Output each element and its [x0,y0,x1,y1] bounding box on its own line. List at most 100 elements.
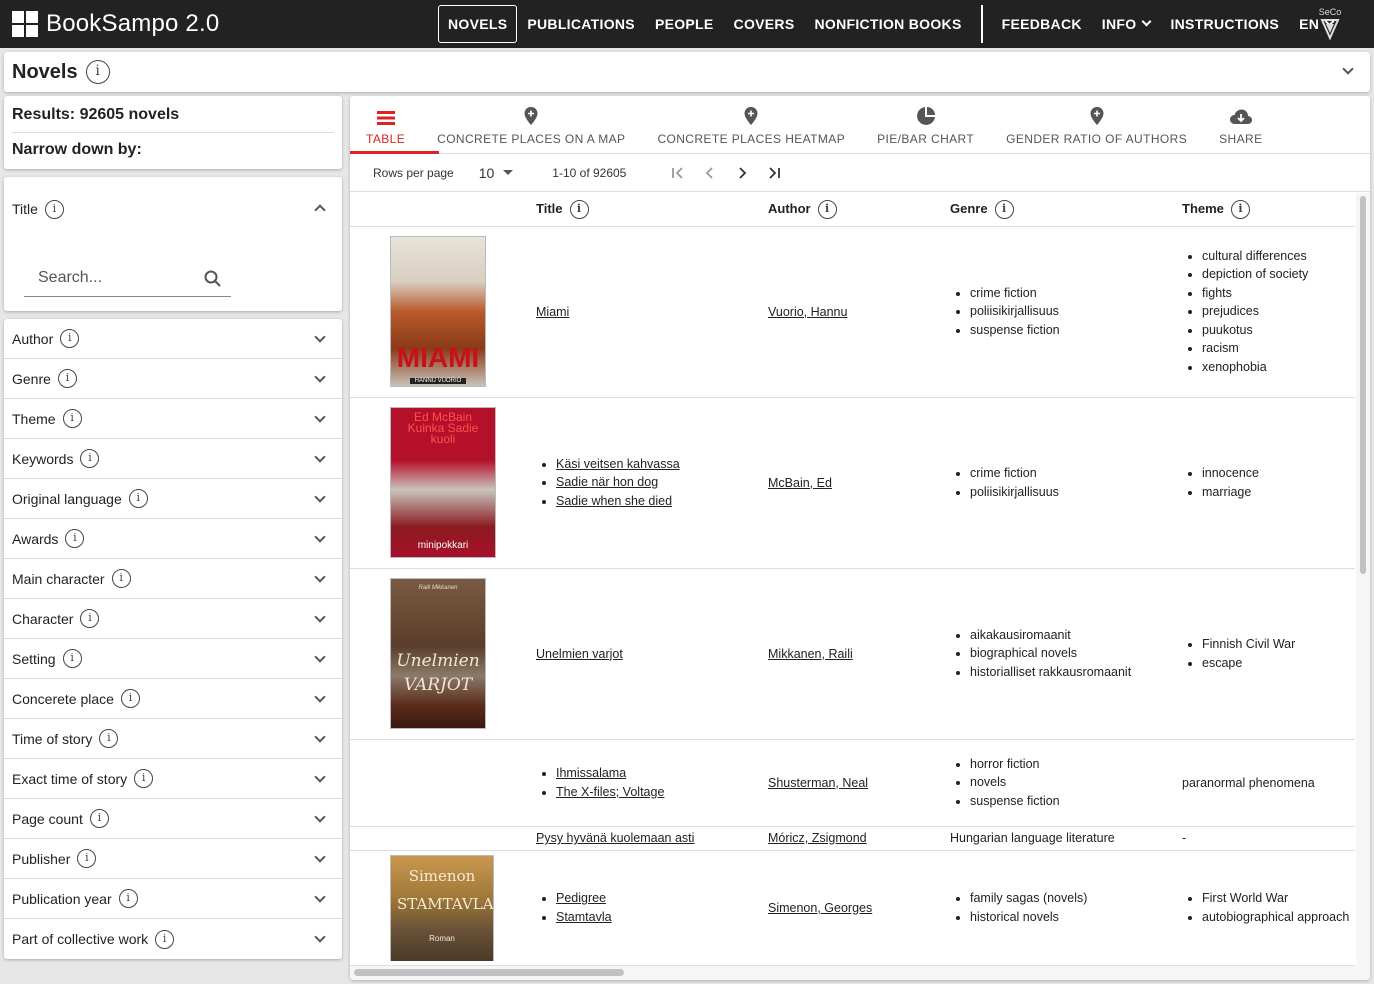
title-link[interactable]: The X-files; Voltage [556,785,664,799]
seco-logo[interactable]: SeCo [1314,7,1346,41]
chevron-up-icon[interactable] [314,204,326,216]
nav-info[interactable]: INFO [1092,5,1161,43]
book-cover-image[interactable]: Ed McBain Kuinka Sadie kuoli minipokkari [390,407,496,558]
nav-feedback[interactable]: FEEDBACK [992,5,1092,43]
facet-genre[interactable]: Genre i [4,359,342,399]
chevron-down-icon[interactable] [314,411,326,423]
nav-people[interactable]: PEOPLE [645,5,724,43]
app-logo[interactable]: BookSampo 2.0 [12,10,219,38]
author-column-header[interactable]: Author i [768,193,950,227]
tab-pie-bar-chart[interactable]: PIE/BAR CHART [861,96,990,154]
title-link[interactable]: Unelmien varjot [536,647,623,661]
title-link[interactable]: Sadie när hon dog [556,475,658,489]
info-icon[interactable]: i [569,199,589,219]
book-cover-image[interactable]: Simenon STAMTAVLA Roman [390,854,494,961]
facet-time-of-story[interactable]: Time of story i [4,719,342,759]
info-icon[interactable]: i [99,729,119,748]
title-link[interactable]: Pysy hyvänä kuolemaan asti [536,831,694,845]
chevron-down-icon[interactable] [314,571,326,583]
title-search-input[interactable] [24,265,194,291]
facet-theme[interactable]: Theme i [4,399,342,439]
nav-publications[interactable]: PUBLICATIONS [517,5,645,43]
info-icon[interactable]: i [85,60,110,84]
chevron-down-icon[interactable] [314,771,326,783]
facet-exact-time-of-story[interactable]: Exact time of story i [4,759,342,799]
title-link[interactable]: Sadie when she died [556,494,672,508]
author-link[interactable]: Mikkanen, Raili [768,647,853,661]
facet-publication-year[interactable]: Publication year i [4,879,342,919]
chevron-down-icon[interactable] [314,371,326,383]
info-icon[interactable]: i [111,569,131,588]
vertical-scrollbar[interactable] [1360,196,1366,574]
info-icon[interactable]: i [62,409,82,428]
chevron-down-icon[interactable] [314,331,326,343]
tab-concrete-places-on-a-map[interactable]: CONCRETE PLACES ON A MAP [421,96,641,154]
tab-share[interactable]: SHARE [1203,96,1278,154]
search-icon[interactable] [203,269,223,289]
chevron-down-icon[interactable] [314,651,326,663]
info-icon[interactable]: i [44,199,64,219]
info-icon[interactable]: i [62,649,82,668]
previous-page-icon[interactable] [698,161,722,185]
chevron-down-icon[interactable] [314,811,326,823]
nav-covers[interactable]: COVERS [724,5,805,43]
info-icon[interactable]: i [80,609,100,628]
facet-original-language[interactable]: Original language i [4,479,342,519]
perspective-header[interactable]: Novels i [4,52,1370,92]
nav-instructions[interactable]: INSTRUCTIONS [1160,5,1289,43]
tab-concrete-places-heatmap[interactable]: CONCRETE PLACES HEATMAP [641,96,861,154]
chevron-down-icon[interactable] [314,691,326,703]
chevron-down-icon[interactable] [314,451,326,463]
info-icon[interactable]: i [128,489,148,508]
facet-character[interactable]: Character i [4,599,342,639]
nav-novels[interactable]: NOVELS [438,5,518,43]
facet-title-header[interactable]: Title i [4,177,342,241]
book-cover-image[interactable]: MIAMI HANNU VUORIO [390,236,486,387]
last-page-icon[interactable] [762,161,786,185]
facet-awards[interactable]: Awards i [4,519,342,559]
theme-column-header[interactable]: Theme i [1182,193,1355,227]
info-icon[interactable]: i [80,449,100,468]
info-icon[interactable]: i [817,199,837,219]
facet-publisher[interactable]: Publisher i [4,839,342,879]
author-link[interactable]: Móricz, Zsigmond [768,831,867,845]
facet-page-count[interactable]: Page count i [4,799,342,839]
title-link[interactable]: Miami [536,305,569,319]
facet-author[interactable]: Author i [4,319,342,359]
info-icon[interactable]: i [65,529,85,548]
facet-main-character[interactable]: Main character i [4,559,342,599]
info-icon[interactable]: i [118,889,138,908]
horizontal-scrollbar[interactable] [354,969,624,976]
title-link[interactable]: Pedigree [556,891,606,905]
title-link[interactable]: Ihmissalama [556,766,626,780]
chevron-down-icon[interactable] [314,611,326,623]
author-link[interactable]: Vuorio, Hannu [768,305,847,319]
book-cover-image[interactable]: Unelmien VARJOT Raili Mikkanen [390,578,486,729]
info-icon[interactable]: i [1230,199,1250,219]
chevron-down-icon[interactable] [314,531,326,543]
chevron-down-icon[interactable] [314,891,326,903]
chevron-down-icon[interactable] [314,491,326,503]
author-link[interactable]: Shusterman, Neal [768,776,868,790]
first-page-icon[interactable] [666,161,690,185]
facet-concerete-place[interactable]: Concerete place i [4,679,342,719]
title-link[interactable]: Käsi veitsen kahvassa [556,457,680,471]
chevron-down-icon[interactable] [1342,63,1354,75]
nav-nonfiction-books[interactable]: NONFICTION BOOKS [804,5,971,43]
chevron-down-icon[interactable] [314,851,326,863]
rows-per-page-select[interactable]: 10 [479,165,514,181]
facet-part-of-collective-work[interactable]: Part of collective work i [4,919,342,959]
info-icon[interactable]: i [89,809,109,828]
chevron-down-icon[interactable] [314,731,326,743]
info-icon[interactable]: i [60,329,80,348]
info-icon[interactable]: i [57,369,77,388]
title-link[interactable]: Stamtavla [556,910,612,924]
chevron-down-icon[interactable] [314,931,326,943]
facet-setting[interactable]: Setting i [4,639,342,679]
facet-keywords[interactable]: Keywords i [4,439,342,479]
tab-table[interactable]: TABLE [350,96,421,154]
author-link[interactable]: McBain, Ed [768,476,832,490]
info-icon[interactable]: i [134,769,154,788]
genre-column-header[interactable]: Genre i [950,193,1182,227]
info-icon[interactable]: i [120,689,140,708]
